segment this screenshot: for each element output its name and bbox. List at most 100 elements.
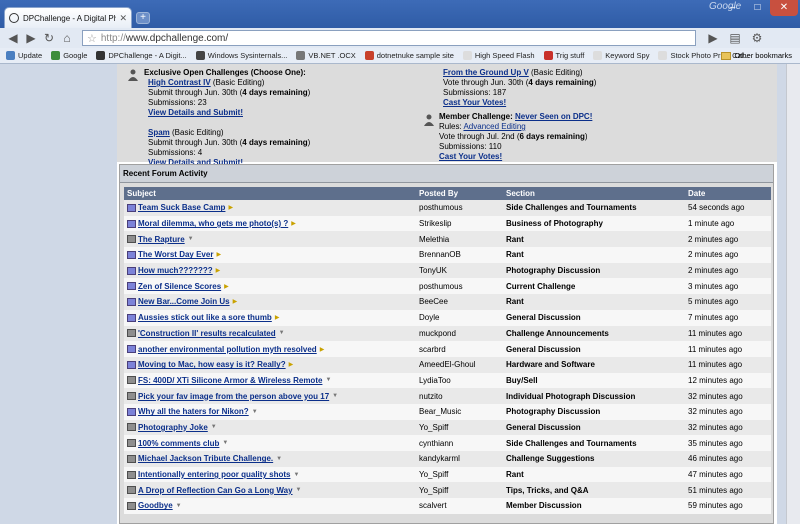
section-cell: Business of Photography <box>506 219 603 229</box>
thread-link[interactable]: Moving to Mac, how easy is it? Really? <box>138 360 286 369</box>
caret-right-icon[interactable]: ▶ <box>216 251 221 258</box>
caret-down-icon[interactable]: ▼ <box>293 472 299 478</box>
cast-votes-link[interactable]: Cast Your Votes! <box>443 98 506 107</box>
bookmark-item[interactable]: VB.NET .OCX <box>296 51 356 60</box>
thread-link[interactable]: Moral dilemma, who gets me photo(s) ? <box>138 219 288 228</box>
browser-tab[interactable]: DPChallenge - A Digital Pho... ✕ <box>4 7 132 28</box>
reload-icon[interactable]: ↻ <box>40 29 58 47</box>
thread-link[interactable]: How much??????? <box>138 266 213 275</box>
close-tab-icon[interactable]: ✕ <box>119 13 127 24</box>
bookmark-item[interactable]: Keyword Spy <box>593 51 649 60</box>
section-cell: Current Challenge <box>506 281 576 291</box>
posted-by-cell: cynthiann <box>419 438 454 448</box>
caret-down-icon[interactable]: ▼ <box>276 456 282 462</box>
other-bookmarks[interactable]: Other bookmarks <box>721 51 792 60</box>
caret-right-icon[interactable]: ▶ <box>224 283 229 290</box>
caret-down-icon[interactable]: ▼ <box>325 377 331 383</box>
table-row: Photography Joke ▼ Yo_Spiff General Discuss… <box>124 419 771 436</box>
view-details-link[interactable]: View Details and Submit! <box>148 108 243 117</box>
thread-link[interactable]: Intentionally entering poor quality shot… <box>138 470 290 479</box>
date-cell: 46 minutes ago <box>688 454 743 464</box>
thread-link[interactable]: Zen of Silence Scores <box>138 282 221 291</box>
bookmark-item[interactable]: DPChallenge - A Digit... <box>96 51 187 60</box>
section-cell: Photography Discussion <box>506 407 601 417</box>
thread-link[interactable]: 100% comments club <box>138 439 219 448</box>
caret-right-icon[interactable]: ▶ <box>320 346 325 353</box>
challenge-link-ground-up[interactable]: From the Ground Up V <box>443 68 529 77</box>
home-icon[interactable]: ⌂ <box>58 29 76 47</box>
caret-right-icon[interactable]: ▶ <box>233 298 238 305</box>
posted-by-cell: posthumous <box>419 203 463 213</box>
rules-link[interactable]: Advanced Editing <box>463 122 525 131</box>
thread-link[interactable]: Team Suck Base Camp <box>138 203 225 212</box>
section-cell: Side Challenges and Tournaments <box>506 203 637 213</box>
thread-link[interactable]: A Drop of Reflection Can Go a Long Way <box>138 486 293 495</box>
posted-by-cell: LydiaToo <box>419 375 451 385</box>
caret-down-icon[interactable]: ▼ <box>188 236 194 242</box>
thread-link[interactable]: Michael Jackson Tribute Challenge. <box>138 454 273 463</box>
section-cell: Tips, Tricks, and Q&A <box>506 485 589 495</box>
caret-down-icon[interactable]: ▼ <box>222 440 228 446</box>
thread-link[interactable]: 'Construction II' results recalculated <box>138 329 276 338</box>
bookmark-item[interactable]: Google <box>51 51 87 60</box>
bookmark-item[interactable]: Update <box>6 51 42 60</box>
subject-cell: 'Construction II' results recalculated ▼ <box>124 329 417 338</box>
navigation-toolbar: ◀ ▶ ↻ ⌂ ☆ http://www.dpchallenge.com/ ▶ … <box>0 28 800 48</box>
subject-cell: 100% comments club ▼ <box>124 439 417 448</box>
challenge-link-spam[interactable]: Spam <box>148 128 170 137</box>
caret-down-icon[interactable]: ▼ <box>176 503 182 509</box>
bookmark-item[interactable]: Windows Sysinternals... <box>195 51 287 60</box>
back-icon[interactable]: ◀ <box>4 29 22 47</box>
thread-icon <box>127 407 136 416</box>
thread-link[interactable]: FS: 400D/ XTi Silicone Armor & Wireless … <box>138 376 322 385</box>
caret-right-icon[interactable]: ▶ <box>228 204 233 211</box>
bookmark-item[interactable]: Trig stuff <box>543 51 584 60</box>
page-menu-icon[interactable]: ▤ <box>726 29 744 47</box>
forum-rows: Team Suck Base Camp ▶ posthumous Side Chall… <box>124 200 771 514</box>
caret-right-icon[interactable]: ▶ <box>216 267 221 274</box>
minimize-button[interactable]: – <box>720 0 745 16</box>
caret-down-icon[interactable]: ▼ <box>252 409 258 415</box>
wrench-icon[interactable]: ⚙ <box>748 29 766 47</box>
thread-link[interactable]: The Worst Day Ever <box>138 250 213 259</box>
section-cell: Buy/Sell <box>506 375 538 385</box>
thread-link[interactable]: Pick your fav image from the person abov… <box>138 392 329 401</box>
challenge-link-never-seen[interactable]: Never Seen on DPC! <box>515 112 592 121</box>
forward-icon[interactable]: ▶ <box>22 29 40 47</box>
thread-icon <box>127 501 136 510</box>
address-bar[interactable]: ☆ http://www.dpchallenge.com/ <box>82 30 696 46</box>
challenge-link-high-contrast[interactable]: High Contrast IV <box>148 78 211 87</box>
caret-down-icon[interactable]: ▼ <box>211 424 217 430</box>
bookmark-item[interactable]: dotnetnuke sample site <box>364 51 454 60</box>
bookmark-item[interactable]: High Speed Flash <box>462 51 535 60</box>
vertical-scrollbar[interactable] <box>786 64 800 524</box>
bookmark-favicon-icon <box>51 51 61 60</box>
caret-right-icon[interactable]: ▶ <box>275 314 280 321</box>
section-cell: Side Challenges and Tournaments <box>506 438 637 448</box>
caret-down-icon[interactable]: ▼ <box>296 487 302 493</box>
date-cell: 32 minutes ago <box>688 391 743 401</box>
caret-down-icon[interactable]: ▼ <box>332 393 338 399</box>
table-row: Aussies stick out like a sore thumb ▶ Doyl… <box>124 309 771 326</box>
thread-icon <box>127 235 136 244</box>
thread-link[interactable]: Photography Joke <box>138 423 208 432</box>
caret-right-icon[interactable]: ▶ <box>289 361 294 368</box>
forum-table-header: Subject Posted By Section Date <box>124 187 771 200</box>
bookmark-star-icon[interactable]: ☆ <box>87 32 97 45</box>
go-icon[interactable]: ▶ <box>704 29 722 47</box>
table-row: Moral dilemma, who gets me photo(s) ? ▶ St… <box>124 215 771 232</box>
maximize-button[interactable]: □ <box>745 0 770 16</box>
caret-down-icon[interactable]: ▼ <box>279 330 285 336</box>
challenge-deadline: Submit through Jun. 30th (4 days remaini… <box>148 138 311 147</box>
new-tab-button[interactable]: + <box>136 12 150 24</box>
thread-link[interactable]: New Bar...Come Join Us <box>138 297 230 306</box>
thread-link[interactable]: The Rapture <box>138 235 185 244</box>
thread-link[interactable]: Aussies stick out like a sore thumb <box>138 313 272 322</box>
thread-link[interactable]: Why all the haters for Nikon? <box>138 407 249 416</box>
close-window-button[interactable]: ✕ <box>770 0 798 16</box>
caret-right-icon[interactable]: ▶ <box>291 220 296 227</box>
thread-link[interactable]: another environmental pollution myth res… <box>138 345 317 354</box>
thread-link[interactable]: Goodbye <box>138 501 173 510</box>
challenge-type: (Basic Editing) <box>210 78 265 87</box>
cast-votes-link[interactable]: Cast Your Votes! <box>439 152 502 161</box>
